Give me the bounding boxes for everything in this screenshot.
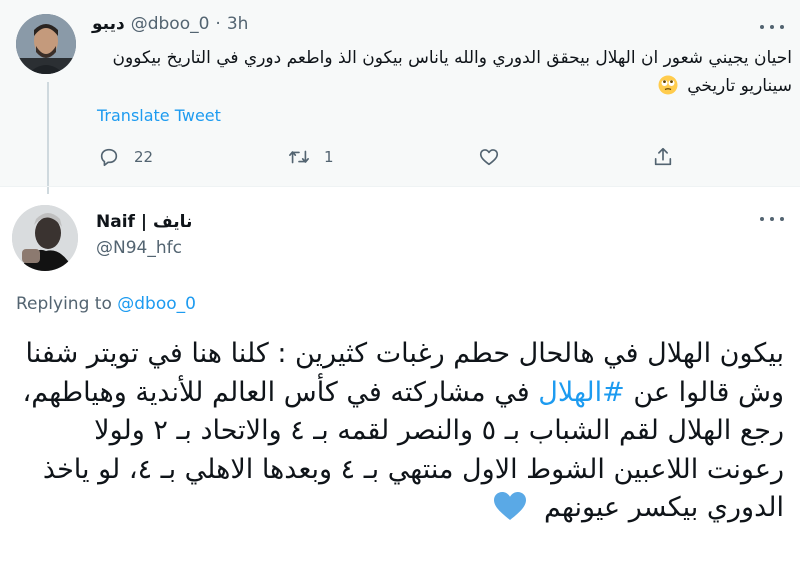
reply-icon (100, 148, 118, 167)
blue-heart-emoji-icon (494, 492, 527, 520)
like-button[interactable] (478, 146, 500, 168)
user-handle[interactable]: @dboo_0 (131, 14, 210, 34)
heart-icon (479, 149, 499, 166)
tweet-body: احيان يجيني شعور ان الهلال بيحقق الدوري … (112, 48, 792, 96)
display-name[interactable]: Naif | نايف (96, 212, 192, 232)
more-options-icon[interactable] (760, 212, 784, 226)
thread-connector-line (47, 82, 49, 194)
reply-button[interactable]: 22 (98, 146, 153, 168)
tweet-timestamp[interactable]: 3h (227, 14, 249, 34)
rolling-eyes-emoji-icon (658, 75, 678, 95)
tweet-actions-bar: 22 1 (0, 146, 800, 172)
tweet-divider (0, 186, 800, 187)
more-options-icon[interactable] (760, 20, 784, 34)
avatar[interactable] (12, 205, 78, 271)
user-handle[interactable]: @N94_hfc (96, 238, 182, 258)
replying-to-label: Replying to (16, 294, 112, 314)
share-icon (654, 147, 672, 166)
retweet-icon (289, 150, 309, 164)
avatar-photo-icon (16, 14, 76, 74)
avatar-photo-icon (12, 205, 78, 271)
share-button[interactable] (652, 146, 674, 168)
translate-tweet-link[interactable]: Translate Tweet (97, 106, 221, 125)
display-name[interactable]: ديبو (92, 14, 125, 34)
replying-to-line: Replying to @dboo_0 (16, 294, 196, 314)
replying-to-handle-link[interactable]: @dboo_0 (117, 294, 196, 314)
tweet-text: بيكون الهلال في هالحال حطم رغبات كثيرين … (14, 335, 784, 528)
retweet-count: 1 (324, 148, 334, 166)
tweet-text: احيان يجيني شعور ان الهلال بيحقق الدوري … (92, 44, 792, 100)
reply-count: 22 (134, 148, 154, 166)
avatar[interactable] (16, 14, 76, 74)
tweet-header: ديبو @dboo_0 · 3h (92, 14, 248, 34)
hashtag-link[interactable]: #الهلال (538, 377, 625, 408)
separator-dot: · (215, 14, 221, 34)
retweet-button[interactable]: 1 (288, 146, 334, 168)
